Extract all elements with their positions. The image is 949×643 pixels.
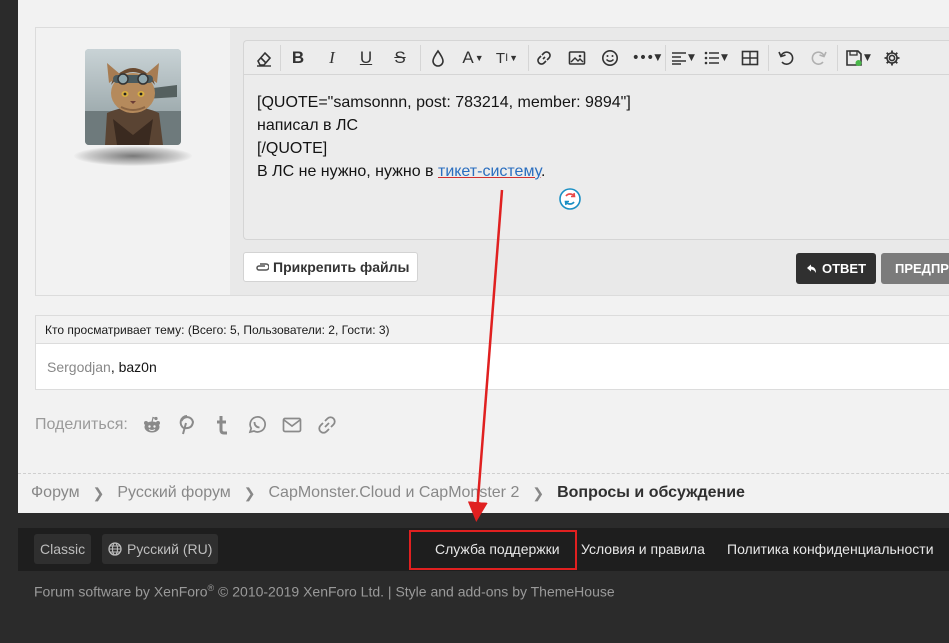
strikethrough-icon[interactable]: S	[388, 46, 412, 70]
italic-icon[interactable]: I	[320, 46, 344, 70]
editor-content[interactable]: [QUOTE="samsonnn, post: 783214, member: …	[257, 91, 907, 183]
whatsapp-icon[interactable]	[246, 414, 268, 436]
reply-button[interactable]: ОТВЕТ	[796, 253, 876, 284]
preview-label: ПРЕДПРОСМОТР	[895, 261, 949, 276]
breadcrumb-item-current[interactable]: Вопросы и обсуждение	[557, 484, 745, 502]
editor-toolbar: B I U S A ▼ T I ▼ ••• ▼ ▼ ▼ ▼	[244, 41, 949, 75]
undo-icon[interactable]	[774, 46, 798, 70]
preview-button[interactable]: ПРЕДПРОСМОТР	[881, 253, 949, 284]
quote-close-line: [/QUOTE]	[257, 140, 328, 157]
reply-text: В ЛС не нужно, нужно в	[257, 163, 438, 180]
toolbar-separator	[768, 45, 769, 71]
font-family-icon[interactable]: A ▼	[458, 46, 488, 70]
message-editor[interactable]: B I U S A ▼ T I ▼ ••• ▼ ▼ ▼ ▼ [QUOTE="sa…	[243, 40, 949, 240]
toolbar-separator	[528, 45, 529, 71]
chevron-right-icon: ❯	[243, 484, 256, 501]
reply-label: ОТВЕТ	[821, 261, 867, 276]
quote-text-line: написал в ЛС	[257, 117, 359, 134]
align-icon[interactable]: ▼	[668, 46, 698, 70]
share-label: Поделиться:	[35, 416, 128, 433]
underline-icon[interactable]: U	[354, 46, 378, 70]
grammar-check-icon[interactable]	[559, 188, 581, 210]
viewer-user-link[interactable]: Sergodjan	[47, 359, 111, 375]
reply-text-end: .	[541, 163, 546, 180]
share-link-icon[interactable]	[316, 414, 338, 436]
paperclip-icon	[256, 263, 269, 271]
quote-open-line: [QUOTE="samsonnn, post: 783214, member: …	[257, 94, 631, 111]
tumblr-icon[interactable]	[211, 414, 233, 436]
user-cell	[36, 28, 230, 295]
footer-link-privacy[interactable]: Политика конфиденциальности	[727, 534, 934, 564]
breadcrumb-item-russian-forum[interactable]: Русский форум	[117, 484, 230, 502]
attach-files-label: Прикрепить файлы	[273, 259, 410, 275]
thread-viewers-header: Кто просматривает тему: (Всего: 5, Польз…	[36, 316, 949, 344]
avatar-shadow	[74, 146, 192, 166]
avatar[interactable]	[85, 49, 181, 145]
font-size-icon[interactable]: T I ▼	[492, 46, 522, 70]
link-icon[interactable]	[532, 46, 556, 70]
thread-viewers-list: Sergodjan, baz0n	[36, 344, 949, 390]
viewer-separator: ,	[110, 359, 119, 375]
smiley-icon[interactable]	[598, 46, 622, 70]
redo-icon[interactable]	[807, 46, 831, 70]
style-chooser-button[interactable]: Classic	[34, 534, 92, 564]
toolbar-separator	[837, 45, 838, 71]
toolbar-separator	[420, 45, 421, 71]
reply-text-line: В ЛС не нужно, нужно в тикет-систему.	[257, 160, 907, 183]
copyright-software: Forum software by XenForo	[34, 583, 208, 600]
image-icon[interactable]	[565, 46, 589, 70]
toolbar-separator	[280, 45, 281, 71]
list-icon[interactable]: ▼	[701, 46, 731, 70]
cat-pilot-avatar-image	[85, 49, 181, 145]
toolbar-separator	[665, 45, 666, 71]
breadcrumb-item-capmonster[interactable]: CapMonster.Cloud и CapMonster 2	[269, 484, 520, 502]
chevron-right-icon: ❯	[532, 484, 545, 501]
share-row: Поделиться:	[35, 411, 338, 439]
thread-viewers-block: Кто просматривает тему: (Всего: 5, Польз…	[35, 315, 949, 390]
chevron-right-icon: ❯	[92, 484, 105, 501]
attach-files-button[interactable]: Прикрепить файлы	[243, 252, 418, 282]
eraser-icon[interactable]	[252, 46, 276, 70]
table-icon[interactable]	[738, 46, 762, 70]
pinterest-icon[interactable]	[176, 414, 198, 436]
breadcrumb: Форум ❯ Русский форум ❯ CapMonster.Cloud…	[31, 482, 745, 504]
quick-reply-block: B I U S A ▼ T I ▼ ••• ▼ ▼ ▼ ▼ [QUOTE="sa…	[35, 27, 949, 296]
footer-bar: Classic Русский (RU) Служба поддержки Ус…	[18, 528, 949, 571]
copyright-rest: © 2010-2019 XenForo Ltd. | Style and add…	[214, 583, 615, 600]
bold-icon[interactable]: B	[286, 46, 310, 70]
footer-link-support[interactable]: Служба поддержки	[435, 534, 560, 564]
drafts-icon[interactable]: ▼	[842, 46, 874, 70]
language-chooser-button[interactable]: Русский (RU)	[102, 534, 219, 564]
email-icon[interactable]	[281, 414, 303, 436]
footer-link-terms[interactable]: Условия и правила	[581, 534, 705, 564]
more-options-icon[interactable]: ••• ▼	[630, 46, 662, 70]
gear-icon[interactable]	[880, 46, 904, 70]
viewer-user-link[interactable]: baz0n	[119, 359, 157, 375]
breadcrumb-divider	[18, 473, 949, 474]
copyright-text: Forum software by XenForo® © 2010-2019 X…	[34, 583, 615, 600]
breadcrumb-item-forum[interactable]: Форум	[31, 484, 80, 502]
language-label: Русский (RU)	[127, 541, 213, 557]
reply-icon	[806, 264, 816, 273]
reddit-icon[interactable]	[141, 414, 163, 436]
globe-icon	[108, 542, 122, 556]
text-color-icon[interactable]	[426, 46, 450, 70]
ticket-system-link[interactable]: тикет-систему	[438, 163, 541, 180]
